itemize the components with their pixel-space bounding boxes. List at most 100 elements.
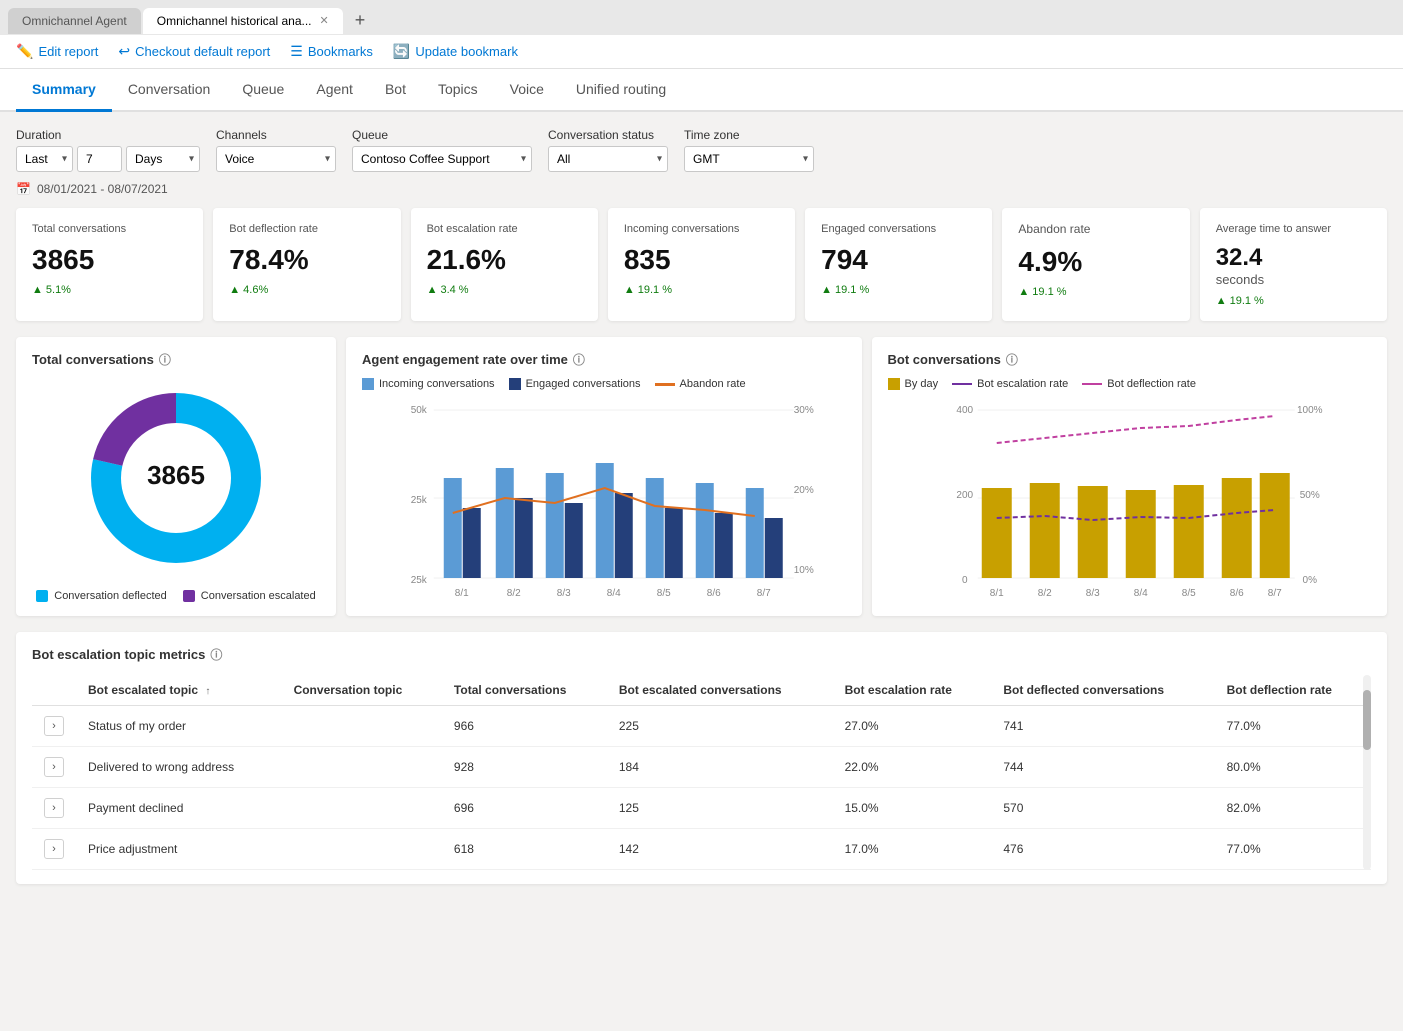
channels-select[interactable]: Voice Chat Email	[216, 146, 336, 172]
cell-total-1: 928	[442, 747, 607, 788]
cell-topic-2: Payment declined	[76, 788, 282, 829]
expand-row-3[interactable]: ›	[44, 839, 64, 859]
arrow-up-icon-1: ▲	[229, 284, 240, 296]
legend-deflection-rate: Bot deflection rate	[1082, 378, 1196, 390]
tab-omnichannel-historical[interactable]: Omnichannel historical ana... ✕	[143, 8, 343, 34]
conversation-status-select-wrapper: All Open Closed	[548, 146, 668, 172]
legend-deflected: Conversation deflected	[36, 590, 167, 602]
svg-text:200: 200	[956, 490, 973, 501]
duration-mode-select-wrapper: Last This	[16, 146, 73, 172]
svg-text:30%: 30%	[794, 405, 814, 416]
total-conv-info-icon[interactable]: ⓘ	[159, 351, 171, 368]
cell-conv-topic-0	[282, 706, 442, 747]
filters-row: Duration Last This Days Weeks Months	[16, 128, 1387, 172]
engagement-info-icon[interactable]: ⓘ	[573, 351, 585, 368]
kpi-title-2: Bot escalation rate	[427, 222, 582, 236]
duration-number-input[interactable]	[77, 146, 122, 172]
kpi-change-3: ▲ 19.1 %	[624, 284, 779, 296]
arrow-up-icon-3: ▲	[624, 284, 635, 296]
tab-agent[interactable]: Agent	[300, 69, 369, 112]
cell-total-0: 966	[442, 706, 607, 747]
cell-escalated-1: 184	[607, 747, 833, 788]
cell-deflection-rate-2: 82.0%	[1215, 788, 1371, 829]
bot-conv-info-icon[interactable]: ⓘ	[1006, 351, 1018, 368]
col-bot-deflection-rate[interactable]: Bot deflection rate	[1215, 675, 1371, 706]
tab-queue[interactable]: Queue	[226, 69, 300, 112]
queue-select-wrapper: Contoso Coffee Support	[352, 146, 532, 172]
timezone-select[interactable]: GMT UTC EST	[684, 146, 814, 172]
table-row: › Payment declined 696 125 15.0% 570 82.…	[32, 788, 1371, 829]
tab-conversation[interactable]: Conversation	[112, 69, 227, 112]
queue-filter: Queue Contoso Coffee Support	[352, 128, 532, 172]
cell-topic-1: Delivered to wrong address	[76, 747, 282, 788]
col-bot-escalated-topic[interactable]: Bot escalated topic ↑	[76, 675, 282, 706]
table-row: › Status of my order 966 225 27.0% 741 7…	[32, 706, 1371, 747]
col-bot-deflected-conversations[interactable]: Bot deflected conversations	[991, 675, 1214, 706]
col-bot-escalation-rate[interactable]: Bot escalation rate	[833, 675, 992, 706]
tab-omnichannel-agent[interactable]: Omnichannel Agent	[8, 8, 141, 34]
kpi-title-0: Total conversations	[32, 222, 187, 236]
checkout-report-button[interactable]: ↩ Checkout default report	[118, 43, 270, 60]
svg-text:8/2: 8/2	[1037, 588, 1051, 598]
tab-unified-routing[interactable]: Unified routing	[560, 69, 682, 112]
expand-row-0[interactable]: ›	[44, 716, 64, 736]
cell-topic-3: Price adjustment	[76, 829, 282, 870]
kpi-title-1: Bot deflection rate	[229, 222, 384, 236]
cell-deflected-0: 741	[991, 706, 1214, 747]
svg-text:25k: 25k	[411, 575, 428, 586]
svg-text:100%: 100%	[1296, 405, 1322, 416]
svg-text:8/5: 8/5	[657, 588, 671, 598]
edit-report-button[interactable]: ✏️ Edit report	[16, 43, 98, 60]
cell-topic-0: Status of my order	[76, 706, 282, 747]
scrollbar-thumb[interactable]	[1363, 690, 1371, 750]
kpi-card-4: Engaged conversations 794 ▲ 19.1 %	[805, 208, 992, 321]
channels-filter: Channels Voice Chat Email	[216, 128, 336, 172]
update-bookmark-button[interactable]: 🔄 Update bookmark	[393, 43, 518, 60]
tab-bot[interactable]: Bot	[369, 69, 422, 112]
browser-tab-bar: Omnichannel Agent Omnichannel historical…	[0, 0, 1403, 35]
svg-text:10%: 10%	[794, 565, 814, 576]
date-range-display: 📅 08/01/2021 - 08/07/2021	[16, 182, 1387, 196]
kpi-value-4: 794	[821, 244, 976, 276]
expand-row-1[interactable]: ›	[44, 757, 64, 777]
table-header: Bot escalated topic ↑ Conversation topic…	[32, 675, 1371, 706]
svg-text:50k: 50k	[411, 405, 428, 416]
kpi-change-4: ▲ 19.1 %	[821, 284, 976, 296]
cell-escalated-2: 125	[607, 788, 833, 829]
cell-deflection-rate-3: 77.0%	[1215, 829, 1371, 870]
col-conversation-topic[interactable]: Conversation topic	[282, 675, 442, 706]
arrow-up-icon-4: ▲	[821, 284, 832, 296]
duration-unit-select[interactable]: Days Weeks Months	[126, 146, 200, 172]
kpi-title-5: Abandon rate	[1018, 222, 1173, 238]
duration-mode-select[interactable]: Last This	[16, 146, 73, 172]
svg-text:8/3: 8/3	[557, 588, 571, 598]
tab-voice[interactable]: Voice	[494, 69, 560, 112]
cell-deflected-1: 744	[991, 747, 1214, 788]
scrollbar-track[interactable]	[1363, 675, 1371, 870]
cell-escalated-0: 225	[607, 706, 833, 747]
duration-unit-select-wrapper: Days Weeks Months	[126, 146, 200, 172]
add-tab-button[interactable]: +	[345, 6, 376, 35]
kpi-card-2: Bot escalation rate 21.6% ▲ 3.4 %	[411, 208, 598, 321]
bot-conversations-chart: Bot conversations ⓘ By day Bot escalatio…	[872, 337, 1388, 616]
bookmarks-button[interactable]: ☰ Bookmarks	[290, 43, 373, 60]
checkout-icon: ↩	[118, 43, 130, 60]
legend-incoming: Incoming conversations	[362, 378, 495, 390]
conversation-status-select[interactable]: All Open Closed	[548, 146, 668, 172]
col-expand	[32, 675, 76, 706]
tab-topics[interactable]: Topics	[422, 69, 494, 112]
svg-text:8/4: 8/4	[607, 588, 621, 598]
queue-select[interactable]: Contoso Coffee Support	[352, 146, 532, 172]
toolbar: ✏️ Edit report ↩ Checkout default report…	[0, 35, 1403, 69]
col-bot-escalated-conversations[interactable]: Bot escalated conversations	[607, 675, 833, 706]
kpi-value-6: 32.4seconds	[1216, 244, 1371, 287]
svg-text:8/6: 8/6	[707, 588, 721, 598]
bot-conv-svg: 400 200 0 100% 50% 0%	[888, 398, 1372, 598]
bot-escalation-info-icon[interactable]: ⓘ	[210, 646, 222, 663]
close-tab-icon[interactable]: ✕	[320, 14, 329, 27]
tab-summary[interactable]: Summary	[16, 69, 112, 112]
expand-row-2[interactable]: ›	[44, 798, 64, 818]
refresh-icon: 🔄	[393, 43, 410, 60]
arrow-up-icon-0: ▲	[32, 284, 43, 296]
col-total-conversations[interactable]: Total conversations	[442, 675, 607, 706]
